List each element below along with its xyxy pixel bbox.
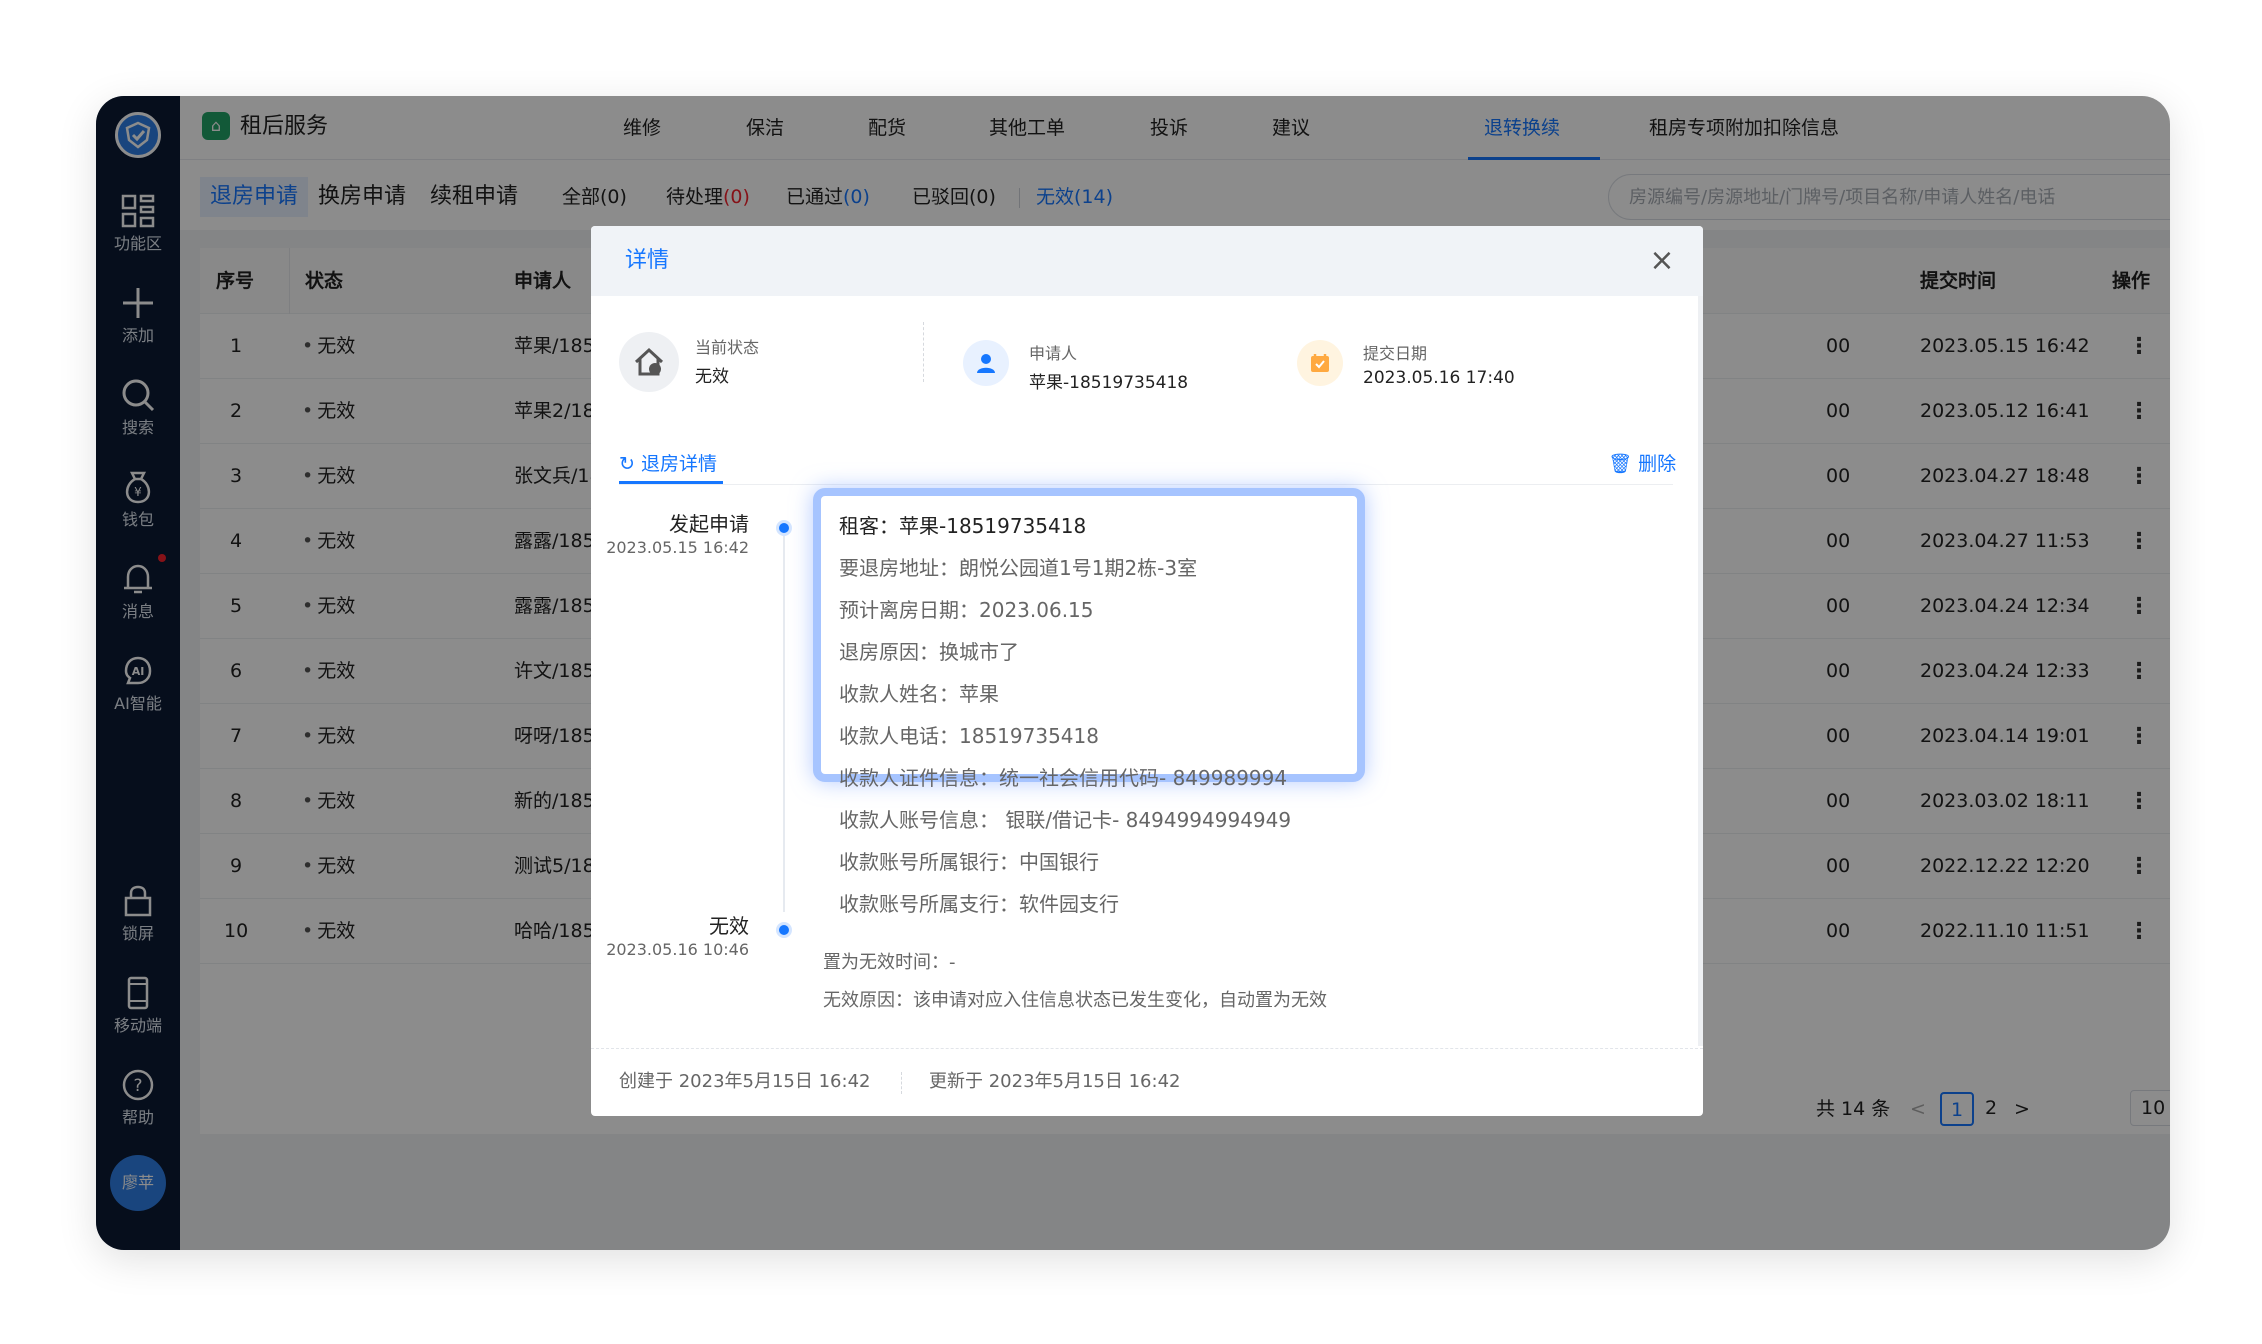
detail-line: 收款账号所属银行：中国银行 bbox=[839, 850, 1099, 874]
timeline-dot bbox=[776, 922, 792, 938]
timeline-time: 2023.05.16 10:46 bbox=[606, 940, 749, 959]
invalid-time: 置为无效时间：- bbox=[823, 952, 956, 973]
timeline-title: 发起申请 bbox=[669, 512, 749, 536]
detail-line: 租客：苹果-18519735418 bbox=[839, 514, 1087, 538]
info-divider bbox=[923, 322, 924, 382]
detail-modal: 详情 × 当前状态 无效 申请人 苹果-18519735418 提交日期 202… bbox=[591, 226, 1703, 1116]
tab-checkout-detail[interactable]: ↻ 退房详情 bbox=[619, 444, 717, 484]
home-status-icon bbox=[619, 332, 679, 392]
submit-date-value: 2023.05.16 17:40 bbox=[1363, 368, 1515, 388]
created-at: 创建于 2023年5月15日 16:42 bbox=[619, 1071, 871, 1092]
detail-line: 要退房地址：朗悦公园道1号1期2栋-3室 bbox=[839, 556, 1198, 580]
footer-divider bbox=[591, 1048, 1703, 1049]
applicant-label: 申请人 bbox=[1029, 344, 1078, 363]
detail-line: 收款人电话：18519735418 bbox=[839, 724, 1099, 748]
refresh-icon: ↻ bbox=[619, 453, 635, 475]
updated-at: 更新于 2023年5月15日 16:42 bbox=[929, 1071, 1181, 1092]
trash-icon: 🗑 bbox=[1608, 453, 1633, 475]
submit-date-label: 提交日期 bbox=[1363, 344, 1428, 363]
applicant-value: 苹果-18519735418 bbox=[1029, 373, 1189, 393]
detail-line: 收款账号所属支行：软件园支行 bbox=[839, 892, 1119, 916]
invalid-reason: 无效原因：该申请对应入住信息状态已发生变化，自动置为无效 bbox=[823, 990, 1327, 1011]
status-label: 当前状态 bbox=[695, 338, 760, 357]
detail-line: 收款人账号信息： 银联/借记卡- 8494994994949 bbox=[839, 808, 1292, 832]
user-icon bbox=[963, 340, 1009, 386]
checkout-detail-card: 租客：苹果-18519735418 要退房地址：朗悦公园道1号1期2栋-3室 预… bbox=[813, 488, 1365, 916]
timeline-time: 2023.05.15 16:42 bbox=[606, 538, 749, 557]
detail-line: 收款人证件信息：统一社会信用代码- 849989994 bbox=[839, 766, 1288, 790]
status-value: 无效 bbox=[695, 367, 729, 387]
delete-button[interactable]: 🗑 删除 bbox=[1608, 444, 1676, 484]
modal-header: 详情 × bbox=[591, 226, 1703, 296]
close-icon[interactable]: × bbox=[1645, 244, 1679, 278]
modal-scrollbar[interactable] bbox=[1698, 296, 1703, 1046]
detail-line: 退房原因：换城市了 bbox=[839, 640, 1019, 664]
timeline-line bbox=[783, 528, 785, 912]
modal-title: 详情 bbox=[625, 248, 670, 273]
detail-line: 收款人姓名：苹果 bbox=[839, 682, 999, 706]
tab-divider bbox=[619, 484, 1673, 485]
timeline-title: 无效 bbox=[709, 914, 749, 938]
timeline-dot bbox=[776, 520, 792, 536]
footer-separator bbox=[901, 1072, 902, 1094]
calendar-icon bbox=[1297, 340, 1343, 386]
detail-line: 预计离房日期：2023.06.15 bbox=[839, 598, 1094, 622]
